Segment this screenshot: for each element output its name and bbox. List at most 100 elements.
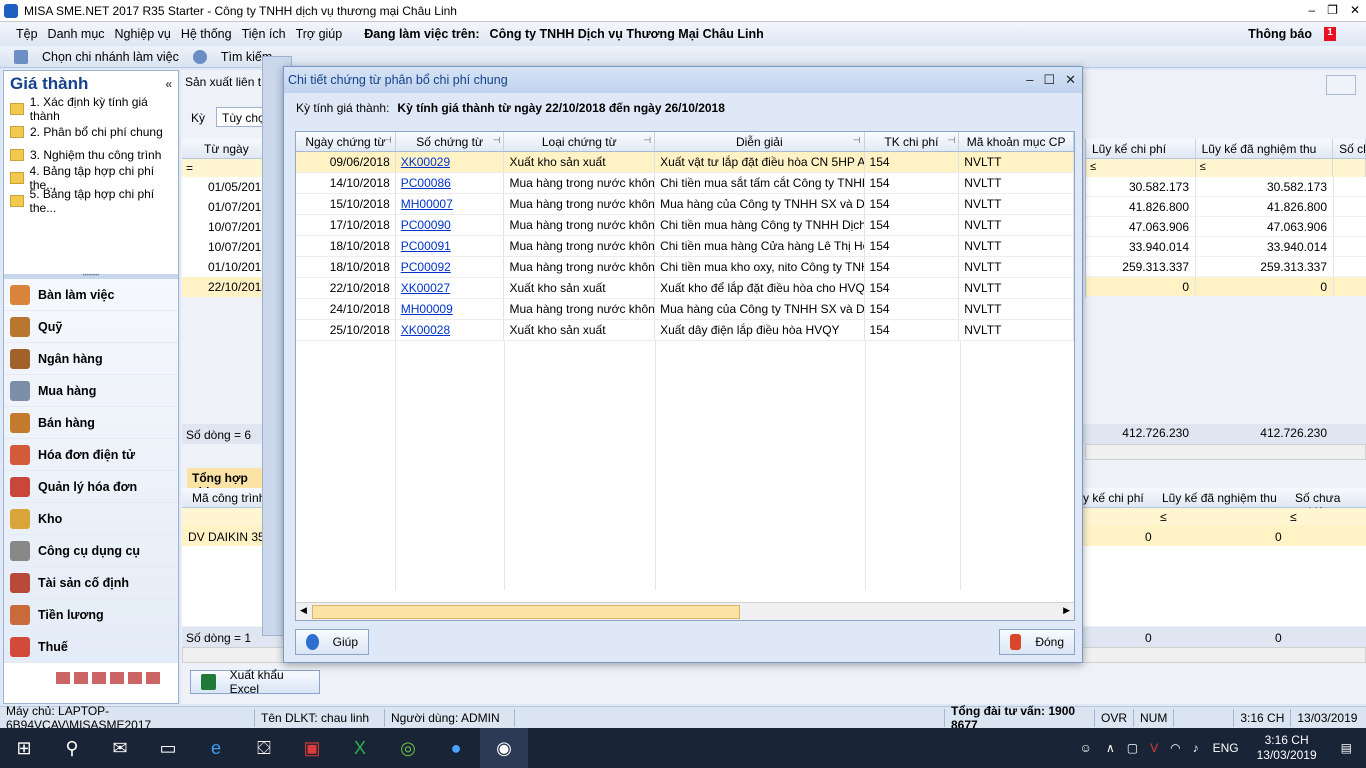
col-header-cumulative-accepted-2[interactable]: Lũy kế đã nghiệm thu xyxy=(1162,491,1277,505)
col-header-date[interactable]: Ngày chứng từ ⊣ xyxy=(296,132,396,151)
module-einvoice[interactable]: Hóa đơn điện tử xyxy=(4,439,178,471)
table-row[interactable]: 24/10/2018 MH00009 Mua hàng trong nước khô… xyxy=(296,299,1074,320)
edge-browser-icon[interactable]: e xyxy=(192,728,240,768)
filter-cell[interactable]: ≤ xyxy=(1086,159,1196,177)
cell-voucher-no[interactable]: MH00007 xyxy=(396,194,505,214)
table-row[interactable]: 17/10/2018 PC00090 Mua hàng trong nước khô… xyxy=(296,215,1074,236)
input-language[interactable]: ENG xyxy=(1205,741,1247,755)
cell-voucher-no[interactable]: XK00029 xyxy=(396,152,505,172)
filter-cell[interactable]: = xyxy=(182,159,272,177)
table-row[interactable]: 01/05/2018 xyxy=(182,177,272,197)
shortcut-icon[interactable] xyxy=(74,672,88,684)
filter-cell[interactable]: ≤ xyxy=(1290,510,1297,524)
pin-icon[interactable]: ⊣ xyxy=(643,135,651,146)
table-row[interactable]: 259.313.337 259.313.337 xyxy=(1086,257,1366,277)
table-row[interactable]: 33.940.014 33.940.014 xyxy=(1086,237,1366,257)
tray-chevron-icon[interactable]: ∧ xyxy=(1100,741,1121,755)
shortcut-icon[interactable] xyxy=(56,672,70,684)
table-row[interactable]: 25/10/2018 XK00028 Xuất kho sản xuất Xuất d… xyxy=(296,320,1074,341)
module-bank[interactable]: Ngân hàng xyxy=(4,343,178,375)
tray-v-icon[interactable]: V xyxy=(1144,741,1164,755)
dialog-close-button[interactable]: ✕ xyxy=(1065,72,1076,88)
scroll-right-icon[interactable]: ▶ xyxy=(1063,605,1070,616)
chrome-icon[interactable]: ◉ xyxy=(480,728,528,768)
menu-help[interactable]: Trợ giúp xyxy=(296,27,343,41)
minimize-button[interactable]: – xyxy=(1308,3,1315,17)
restore-button[interactable]: ❐ xyxy=(1327,3,1338,17)
module-tax[interactable]: Thuế xyxy=(4,631,178,663)
cell-voucher-no[interactable]: PC00091 xyxy=(396,236,505,256)
module-tools[interactable]: Công cụ dụng cụ xyxy=(4,535,178,567)
table-row[interactable]: 10/07/2018 xyxy=(182,217,272,237)
help-button[interactable]: Giúp xyxy=(295,629,369,655)
table-row[interactable]: 00 xyxy=(1086,277,1366,297)
pin-icon[interactable]: ⊣ xyxy=(493,135,501,146)
module-payroll[interactable]: Tiền lương xyxy=(4,599,178,631)
table-row[interactable]: 15/10/2018 MH00007 Mua hàng trong nước khô… xyxy=(296,194,1074,215)
close-dialog-button[interactable]: Đóng xyxy=(999,629,1075,655)
menu-operations[interactable]: Nghiệp vụ xyxy=(115,27,171,41)
action-center-icon[interactable]: ▤ xyxy=(1327,741,1366,755)
pin-icon[interactable]: ⊣ xyxy=(853,135,861,146)
sidebar-item-5[interactable]: 5. Bảng tập hợp chi phí the... xyxy=(4,187,178,215)
store-icon[interactable]: ⛋ xyxy=(240,728,288,768)
shortcut-icon[interactable] xyxy=(110,672,124,684)
module-invoice-mgmt[interactable]: Quản lý hóa đơn xyxy=(4,471,178,503)
dialog-maximize-button[interactable]: ☐ xyxy=(1043,72,1055,88)
col-header-cumulative-accepted[interactable]: Lũy kế đã nghiệm thu xyxy=(1196,139,1334,158)
module-purchase[interactable]: Mua hàng xyxy=(4,375,178,407)
module-warehouse[interactable]: Kho xyxy=(4,503,178,535)
col-header-voucher-type[interactable]: Loại chứng từ ⊣ xyxy=(504,132,656,151)
table-row[interactable]: 22/10/2018 xyxy=(182,277,272,297)
module-cash[interactable]: Quỹ xyxy=(4,311,178,343)
col-header-cumulative-cost-2[interactable]: y kế chi phí xyxy=(1083,491,1144,505)
cell-voucher-no[interactable]: PC00092 xyxy=(396,257,505,277)
table-row[interactable]: 47.063.906 47.063.906 xyxy=(1086,217,1366,237)
summary-tab[interactable]: Tổng hợp chi xyxy=(187,468,267,499)
menu-system[interactable]: Hệ thống xyxy=(181,27,232,41)
zalo-icon[interactable]: ● xyxy=(432,728,480,768)
menu-utilities[interactable]: Tiện ích xyxy=(242,27,286,41)
branch-button[interactable]: Chọn chi nhánh làm việc xyxy=(42,50,179,64)
close-button[interactable]: ✕ xyxy=(1350,3,1360,17)
app-green-icon[interactable]: ◎ xyxy=(384,728,432,768)
table-row[interactable]: 30.582.173 30.582.173 xyxy=(1086,177,1366,197)
module-desktop[interactable]: Bàn làm việc xyxy=(4,279,178,311)
col-header-voucher-no[interactable]: Số chứng từ ⊣ xyxy=(396,132,505,151)
notification-button[interactable]: Thông báo 1 xyxy=(1248,27,1346,41)
taskbar-clock[interactable]: 3:16 CH 13/03/2019 xyxy=(1247,733,1327,763)
main-hscroll[interactable] xyxy=(1085,444,1366,460)
col-header-cost-item[interactable]: Mã khoản mục CP xyxy=(959,132,1074,151)
filter-cell[interactable] xyxy=(1333,159,1366,177)
shortcut-icon[interactable] xyxy=(146,672,160,684)
table-row[interactable]: 10/07/2018 xyxy=(182,237,272,257)
col-header-from-date[interactable]: Từ ngày xyxy=(182,139,272,159)
sidebar-item-1[interactable]: 1. Xác định kỳ tính giá thành xyxy=(4,95,178,123)
file-explorer-icon[interactable]: ▭ xyxy=(144,728,192,768)
pin-icon[interactable]: ⊣ xyxy=(947,135,955,146)
gift-icon[interactable]: ▣ xyxy=(288,728,336,768)
col-header-cumulative-cost[interactable]: Lũy kế chi phí xyxy=(1086,139,1196,158)
shortcut-icon[interactable] xyxy=(128,672,142,684)
search-taskbar-icon[interactable]: ⚲ xyxy=(48,728,96,768)
network-icon[interactable]: ◠ xyxy=(1164,741,1186,755)
collapse-icon[interactable]: « xyxy=(165,77,172,91)
module-assets[interactable]: Tài sản cố định xyxy=(4,567,178,599)
cell-voucher-no[interactable]: PC00090 xyxy=(396,215,505,235)
settings-gear-icon[interactable] xyxy=(1326,75,1356,95)
tray-app-icon[interactable]: ▢ xyxy=(1121,741,1144,755)
start-windows-icon[interactable]: ⊞ xyxy=(0,728,48,768)
scroll-left-icon[interactable]: ◀ xyxy=(300,605,307,616)
table-row[interactable]: 18/10/2018 PC00092 Mua hàng trong nước khô… xyxy=(296,257,1074,278)
sidebar-item-2[interactable]: 2. Phân bổ chi phí chung xyxy=(4,120,178,143)
dialog-minimize-button[interactable]: – xyxy=(1026,72,1033,88)
cell-voucher-no[interactable]: XK00027 xyxy=(396,278,505,298)
cell-voucher-no[interactable]: XK00028 xyxy=(396,320,505,340)
volume-icon[interactable]: ♪ xyxy=(1187,741,1205,755)
cell-voucher-no[interactable]: PC00086 xyxy=(396,173,505,193)
table-row[interactable]: 01/07/2018 xyxy=(182,197,272,217)
table-row[interactable]: 01/10/2018 xyxy=(182,257,272,277)
filter-cell[interactable]: ≤ xyxy=(1160,510,1167,524)
shortcut-icon[interactable] xyxy=(92,672,106,684)
menu-file[interactable]: Tệp xyxy=(16,27,38,41)
